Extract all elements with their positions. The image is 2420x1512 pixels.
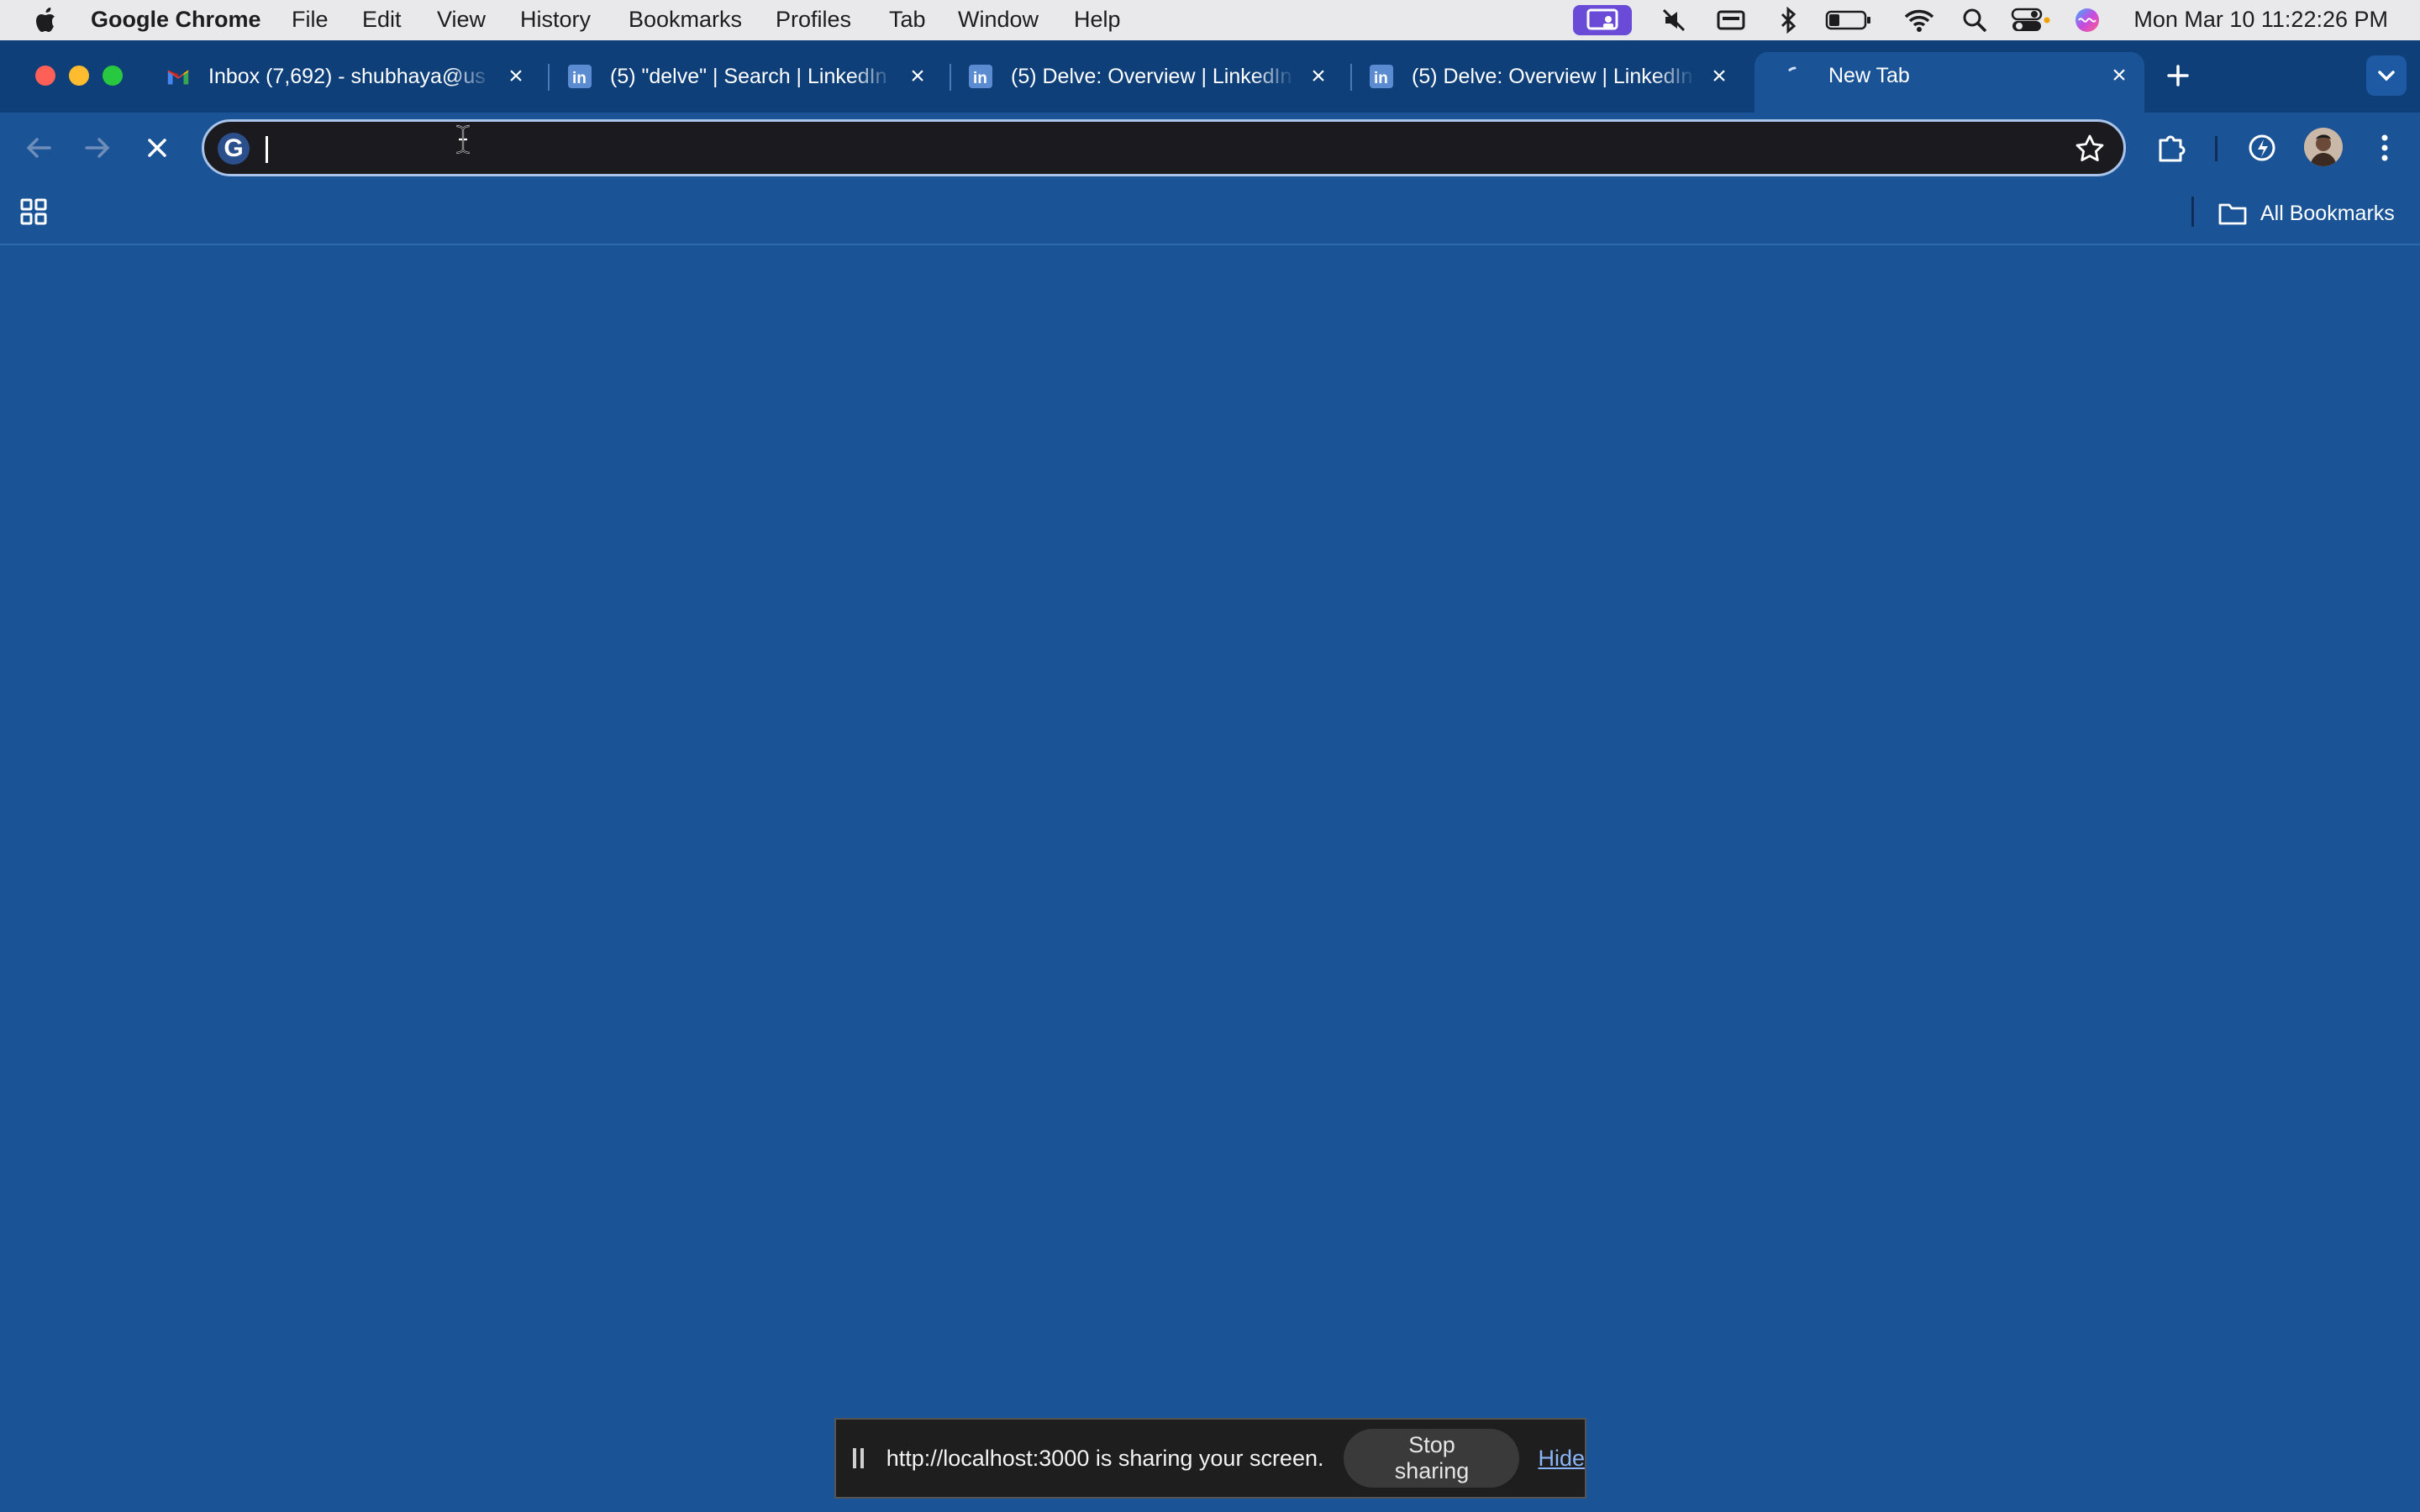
- tab-close-icon[interactable]: ×: [504, 64, 528, 89]
- menu-profiles[interactable]: Profiles: [776, 7, 851, 33]
- svg-text:in: in: [1374, 70, 1388, 87]
- macos-menu-bar: Google Chrome File Edit View History Boo…: [0, 0, 2420, 40]
- tab-linkedin-delve-overview-2[interactable]: in (5) Delve: Overview | LinkedIn ×: [1370, 52, 1731, 101]
- sharing-message: http://localhost:3000 is sharing your sc…: [886, 1445, 1324, 1471]
- stop-loading-x-icon[interactable]: [140, 131, 174, 165]
- tab-linkedin-search[interactable]: in (5) "delve" | Search | LinkedIn ×: [568, 52, 929, 101]
- google-g-icon: G: [218, 133, 250, 165]
- new-tab-plus-icon[interactable]: [2161, 59, 2195, 92]
- menu-bookmarks[interactable]: Bookmarks: [629, 7, 742, 33]
- spotlight-search-icon[interactable]: [1960, 5, 1990, 35]
- wifi-icon[interactable]: [1902, 5, 1936, 35]
- performance-gauge-icon[interactable]: [2245, 131, 2279, 165]
- gmail-icon: [166, 65, 190, 88]
- address-input[interactable]: [265, 122, 2033, 176]
- bookmark-star-icon[interactable]: [2075, 134, 2105, 164]
- menu-view[interactable]: View: [437, 7, 486, 33]
- tab-separator: [548, 64, 550, 91]
- tab-separator: [1350, 64, 1352, 91]
- menu-app-name[interactable]: Google Chrome: [91, 7, 261, 33]
- tab-title: (5) Delve: Overview | LinkedIn: [1011, 64, 1292, 88]
- window-minimize-button[interactable]: [69, 66, 89, 86]
- new-tab-page-content: [0, 245, 2420, 1512]
- drag-handle-icon[interactable]: [853, 1448, 868, 1468]
- all-bookmarks-button[interactable]: All Bookmarks: [2218, 197, 2395, 230]
- tab-title: Inbox (7,692) - shubhaya@us: [208, 64, 486, 88]
- bookmarks-separator: [2191, 197, 2194, 227]
- svg-text:in: in: [973, 70, 987, 87]
- ibeam-cursor-icon: [455, 124, 471, 155]
- tab-search-chevron-down-icon[interactable]: [2366, 55, 2407, 96]
- battery-icon[interactable]: [1823, 5, 1874, 35]
- screen-share-status-icon[interactable]: [1573, 5, 1632, 35]
- svg-text:in: in: [572, 70, 587, 87]
- tab-new-tab[interactable]: New Tab ×: [1754, 52, 2144, 113]
- tab-linkedin-delve-overview[interactable]: in (5) Delve: Overview | LinkedIn ×: [969, 52, 1330, 101]
- siri-icon[interactable]: [2070, 5, 2104, 35]
- mute-icon[interactable]: [1657, 5, 1691, 35]
- folder-icon: [2218, 203, 2247, 225]
- profile-avatar[interactable]: [2304, 128, 2343, 166]
- menu-file[interactable]: File: [292, 7, 329, 33]
- tab-separator: [950, 64, 951, 91]
- apple-logo-icon[interactable]: [32, 5, 60, 35]
- menu-edit[interactable]: Edit: [362, 7, 402, 33]
- apps-grid-icon[interactable]: [17, 195, 50, 228]
- tab-close-icon[interactable]: ×: [2107, 63, 2131, 88]
- menu-bar-clock[interactable]: Mon Mar 10 11:22:26 PM: [2133, 7, 2388, 33]
- keyboard-icon[interactable]: [1714, 5, 1748, 35]
- tab-close-icon[interactable]: ×: [1307, 64, 1330, 89]
- forward-arrow-icon[interactable]: [81, 131, 114, 165]
- window-close-button[interactable]: [35, 66, 55, 86]
- linkedin-icon: in: [1370, 65, 1393, 88]
- tab-title: New Tab: [1828, 64, 1910, 87]
- menu-help[interactable]: Help: [1074, 7, 1121, 33]
- menu-history[interactable]: History: [520, 7, 591, 33]
- toolbar-separator: [2215, 136, 2217, 161]
- bookmarks-bar: [0, 183, 2420, 245]
- extensions-puzzle-icon[interactable]: [2154, 131, 2188, 165]
- hide-link[interactable]: Hide: [1538, 1446, 1585, 1472]
- tab-title: (5) Delve: Overview | LinkedIn: [1412, 64, 1693, 88]
- loading-spinner-icon: [1783, 64, 1807, 87]
- tab-close-icon[interactable]: ×: [1707, 64, 1731, 89]
- tab-title: (5) "delve" | Search | LinkedIn: [610, 64, 887, 88]
- more-vertical-dots-icon[interactable]: [2368, 131, 2402, 165]
- menu-tab[interactable]: Tab: [889, 7, 926, 33]
- address-bar[interactable]: G: [202, 119, 2126, 176]
- window-zoom-button[interactable]: [103, 66, 123, 86]
- back-arrow-icon[interactable]: [22, 131, 55, 165]
- tab-gmail-inbox[interactable]: Inbox (7,692) - shubhaya@us ×: [166, 52, 528, 101]
- screen-sharing-bar: http://localhost:3000 is sharing your sc…: [834, 1418, 1586, 1499]
- control-center-icon[interactable]: [2010, 5, 2052, 35]
- tab-close-icon[interactable]: ×: [906, 64, 929, 89]
- linkedin-icon: in: [568, 65, 592, 88]
- menu-window[interactable]: Window: [958, 7, 1039, 33]
- bluetooth-icon[interactable]: [1773, 5, 1803, 35]
- stop-sharing-button[interactable]: Stop sharing: [1344, 1429, 1520, 1488]
- linkedin-icon: in: [969, 65, 992, 88]
- all-bookmarks-label: All Bookmarks: [2260, 201, 2395, 225]
